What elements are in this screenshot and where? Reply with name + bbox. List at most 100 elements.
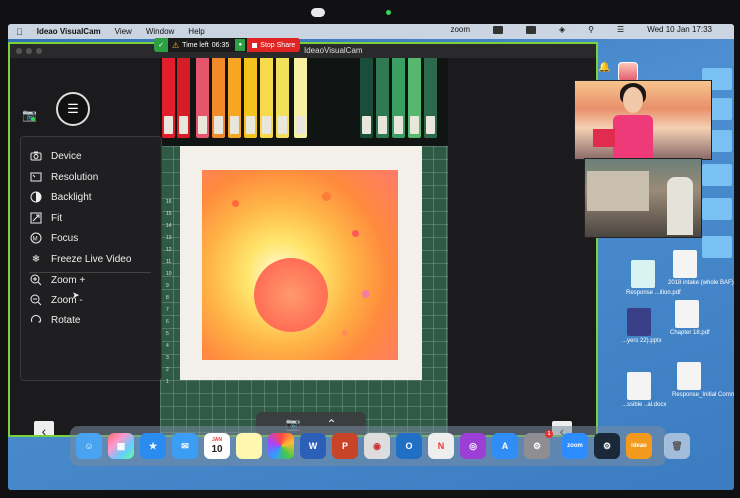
search-icon[interactable]: ⚲: [588, 25, 594, 34]
share-status-icon[interactable]: ✓: [154, 38, 168, 52]
menu-item-label: Rotate: [51, 314, 81, 326]
ruler-number: 11: [166, 259, 172, 265]
photos-icon[interactable]: [268, 433, 294, 459]
calendar-icon[interactable]: JAN 10: [204, 433, 230, 459]
window-titlebar: IdeaoVisualCam: [10, 44, 596, 58]
rotate-icon: [29, 313, 43, 327]
system-settings-icon[interactable]: ⚙ 1: [524, 430, 553, 459]
zoom-icon[interactable]: zoom: [562, 433, 588, 459]
menu-item-resolution[interactable]: Resolution: [29, 168, 98, 186]
time-left: ⚠ Time left 06:35: [168, 41, 233, 50]
avatar[interactable]: [618, 62, 639, 82]
webcam-indicator-light: [386, 10, 391, 15]
focus-icon: M: [29, 231, 43, 245]
menu-bar:  Ideao VisualCam View Window Help zoom …: [8, 24, 734, 39]
launchpad-icon[interactable]: ▦: [108, 433, 134, 459]
menu-item-zoom-in[interactable]: Zoom +: [29, 271, 85, 289]
menu-item-rotate[interactable]: Rotate: [29, 311, 80, 329]
status-icon[interactable]: [526, 25, 537, 34]
camera-status-icon[interactable]: 📷: [22, 108, 37, 122]
status-icon[interactable]: [493, 25, 504, 34]
control-center-icon[interactable]: ☰: [617, 25, 624, 34]
zoom-top-icons: 🔔: [598, 62, 639, 82]
wifi-icon[interactable]: ◈: [559, 25, 565, 34]
pdf-icon: [675, 300, 699, 328]
zoom-in-icon: [29, 273, 43, 287]
close-window-button[interactable]: [16, 48, 22, 54]
menu-item-label: Backlight: [51, 191, 92, 203]
menu-item-freeze-live-video[interactable]: ❄ Freeze Live Video: [29, 250, 132, 268]
sunburst-artwork: [202, 170, 398, 360]
ruler-number: 15: [166, 211, 172, 217]
marker: [376, 58, 389, 138]
outlook-icon[interactable]: O: [396, 433, 422, 459]
time-left-label: Time left: [182, 41, 209, 49]
app-menu-name[interactable]: Ideao VisualCam: [37, 27, 101, 36]
shield-icon[interactable]: ●: [235, 39, 246, 51]
zoom-status[interactable]: zoom: [450, 25, 470, 34]
webcam: [311, 8, 325, 17]
mail-icon[interactable]: ✉: [172, 433, 198, 459]
desktop-file[interactable]: 2018 intake (whole BAF): [668, 250, 734, 290]
marker: [360, 58, 373, 138]
menu-item-label: Device: [51, 150, 82, 162]
steam-icon[interactable]: ⚙: [594, 433, 620, 459]
desktop-file[interactable]: ...yers 22).pptx: [622, 308, 662, 348]
ideao-icon[interactable]: ideao: [626, 433, 652, 459]
stop-share-button[interactable]: Stop Share: [247, 38, 301, 52]
menu-item-label: Focus: [51, 232, 79, 244]
menu-toggle-button[interactable]: ☰: [56, 92, 90, 126]
word-icon[interactable]: W: [300, 433, 326, 459]
menu-item-fit[interactable]: Fit: [29, 209, 62, 227]
file-name: ...yers 22).pptx: [622, 338, 662, 344]
menu-view[interactable]: View: [115, 27, 132, 36]
desktop-file[interactable]: Response_Initial Comme..._VTC.pdf: [672, 362, 734, 402]
bell-icon[interactable]: 🔔: [598, 62, 610, 82]
file-name: ...ssible ..al.docx: [622, 402, 667, 408]
photobooth-icon[interactable]: ◉: [364, 433, 390, 459]
clock[interactable]: Wed 10 Jan 17:33: [647, 25, 712, 34]
live-camera-feed: [160, 58, 448, 435]
marker: [424, 58, 437, 138]
stop-share-label: Stop Share: [260, 41, 296, 49]
ruler-number: 5: [166, 331, 169, 337]
participant-video[interactable]: [574, 80, 712, 160]
pdf-icon: [677, 362, 701, 390]
trash-icon[interactable]: 🗑: [664, 433, 690, 459]
minimize-window-button[interactable]: [26, 48, 32, 54]
desktop-file[interactable]: ...ssible ..al.docx: [622, 372, 667, 412]
menu-help[interactable]: Help: [188, 27, 204, 36]
maximize-window-button[interactable]: [36, 48, 42, 54]
ruler-number: 12: [166, 247, 172, 253]
notes-icon[interactable]: [236, 433, 262, 459]
desktop-folder[interactable]: [702, 164, 732, 186]
menu-item-device[interactable]: Device: [29, 147, 82, 165]
marker: [408, 58, 421, 138]
paint-dot: [342, 330, 348, 336]
marker: [196, 58, 209, 138]
zoom-out-icon: [29, 293, 43, 307]
file-name: 2018 intake (whole BAF): [668, 280, 734, 286]
finder-icon[interactable]: ☺: [76, 433, 102, 459]
ruler-number: 7: [166, 307, 169, 313]
news-icon[interactable]: N: [428, 433, 454, 459]
docx-icon: [627, 372, 651, 400]
menu-item-focus[interactable]: M Focus: [29, 229, 78, 247]
menu-window[interactable]: Window: [146, 27, 174, 36]
marker-tray: [160, 58, 448, 146]
desktop-folder[interactable]: [702, 236, 732, 258]
podcasts-icon[interactable]: ◎: [460, 433, 486, 459]
safari-icon[interactable]: ✯: [140, 433, 166, 459]
marker: [276, 58, 289, 138]
app-store-icon[interactable]: A: [492, 433, 518, 459]
paint-dot: [232, 200, 239, 207]
desktop-folder[interactable]: [702, 198, 732, 220]
desktop-file[interactable]: Response ...ition.pdf: [626, 260, 681, 300]
menu-item-backlight[interactable]: Backlight: [29, 188, 92, 206]
desktop-file[interactable]: Chapter 18.pdf: [670, 300, 710, 340]
powerpoint-icon[interactable]: P: [332, 433, 358, 459]
apple-menu-icon[interactable]: : [16, 27, 23, 37]
ruler-scale: 16 15 14 13 12 11 10 9 8 7 6 5 4 3 2 1: [166, 196, 176, 435]
previous-button[interactable]: ‹: [34, 421, 54, 435]
participant-video[interactable]: [584, 158, 702, 238]
